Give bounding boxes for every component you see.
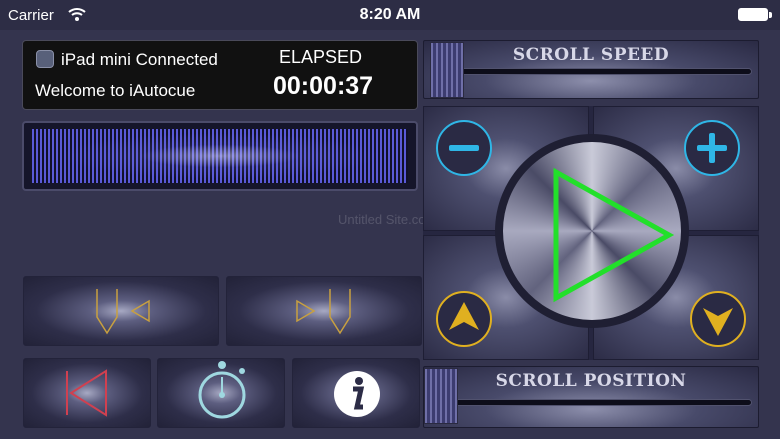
info-panel: iPad mini Connected Welcome to iAutocue …: [22, 40, 418, 110]
transport-pad: [423, 106, 759, 360]
battery-icon: [738, 8, 768, 21]
status-bar: Carrier 8:20 AM: [0, 0, 780, 30]
scroll-position-track: [430, 399, 752, 406]
elapsed-time: 00:00:37: [273, 72, 374, 100]
welcome-message: Welcome to iAutocue: [35, 81, 196, 100]
previous-marker-button[interactable]: [23, 276, 219, 346]
play-icon: [553, 167, 675, 303]
minus-icon[interactable]: [435, 119, 493, 177]
stopwatch-icon: [198, 361, 246, 419]
skip-to-start-button[interactable]: [23, 358, 151, 428]
elapsed-label: ELAPSED: [279, 47, 363, 67]
level-meter: [22, 121, 418, 191]
battery-tip: [769, 12, 772, 18]
clock: 8:20 AM: [359, 6, 421, 23]
info-icon: [334, 371, 380, 417]
scroll-position-label: SCROLL POSITION: [495, 371, 687, 391]
plus-icon[interactable]: [683, 119, 741, 177]
scroll-position-slider[interactable]: SCROLL POSITION: [423, 366, 759, 428]
up-arrow-icon[interactable]: [435, 290, 493, 348]
scroll-speed-slider[interactable]: SCROLL SPEED: [423, 40, 759, 99]
scroll-speed-track: [430, 68, 752, 75]
meter-glow: [32, 129, 408, 183]
info-button[interactable]: [292, 358, 420, 428]
marker-previous-icon: [96, 289, 150, 335]
skip-to-start-icon: [66, 369, 107, 417]
down-arrow-icon[interactable]: [689, 290, 747, 348]
connection-status: iPad mini Connected: [61, 50, 218, 69]
watermark: Untitled Site.com: [338, 212, 437, 227]
marker-next-icon: [296, 289, 351, 335]
stopwatch-button[interactable]: [157, 358, 285, 428]
scroll-speed-label: SCROLL SPEED: [512, 45, 670, 65]
ipad-connection-icon: [36, 50, 54, 68]
next-marker-button[interactable]: [226, 276, 422, 346]
